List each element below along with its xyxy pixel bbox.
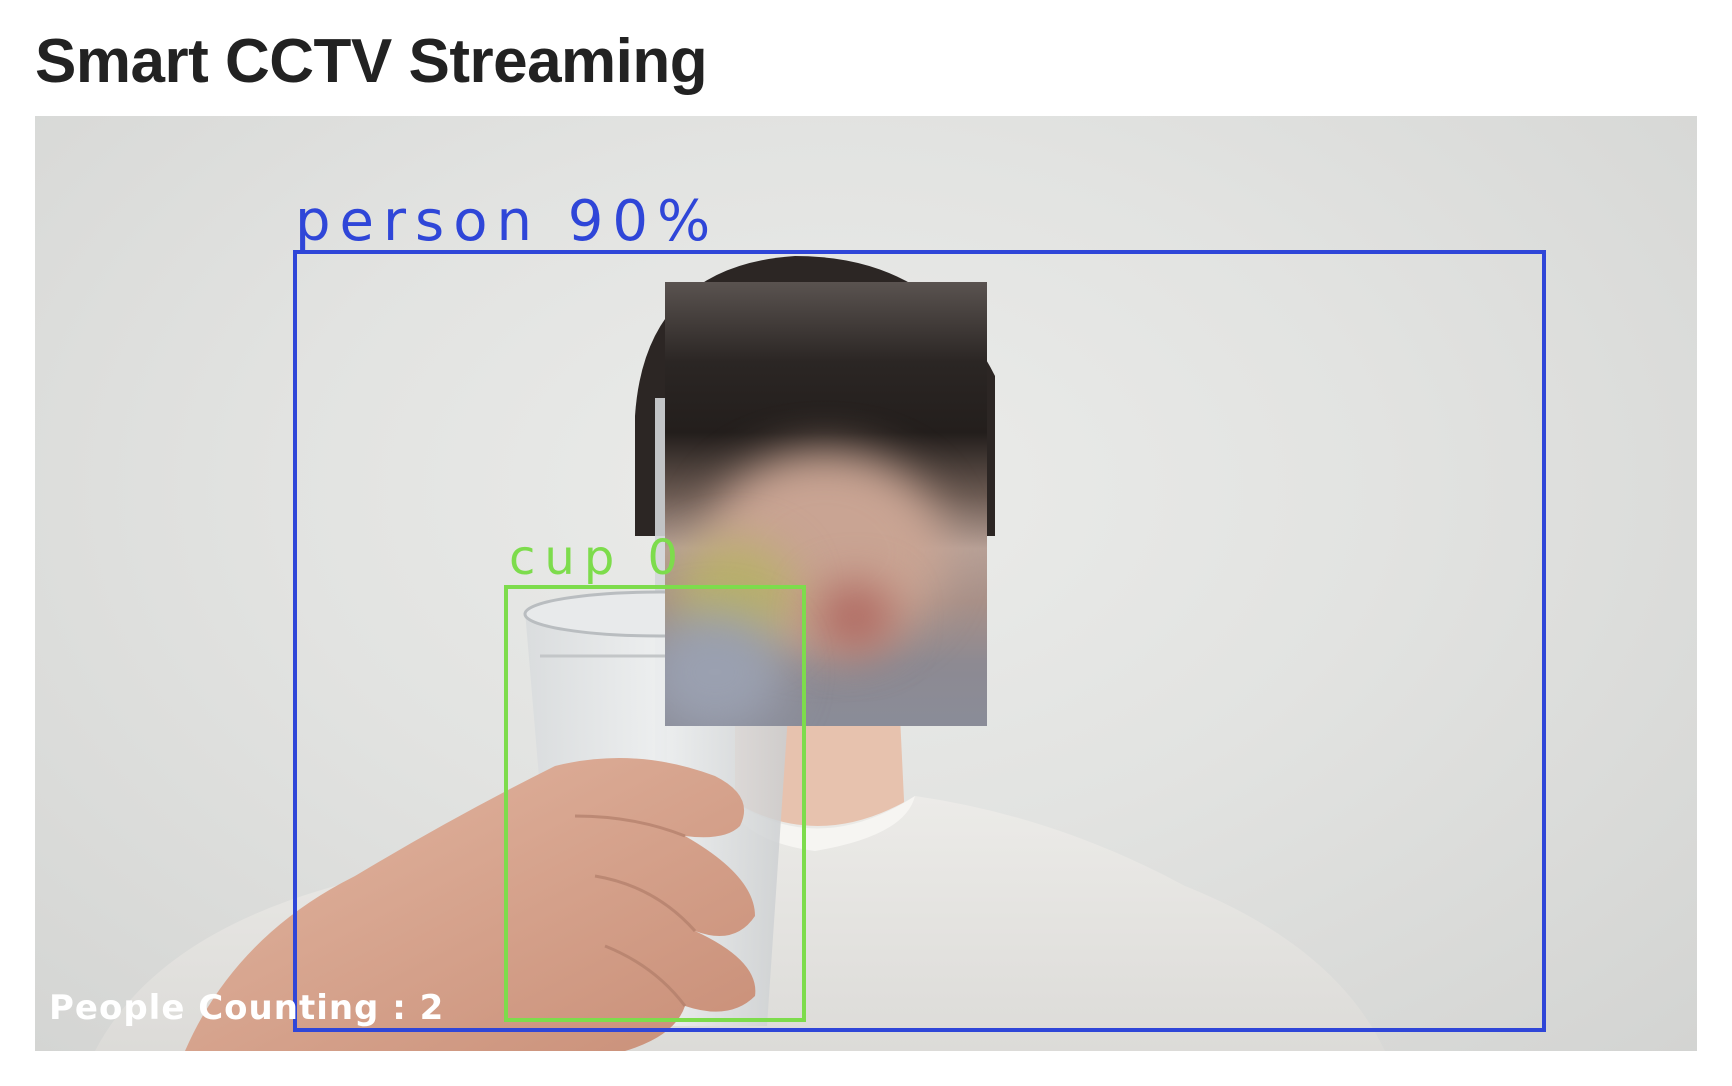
page-title: Smart CCTV Streaming xyxy=(35,27,708,96)
people-counting-overlay: People Counting : 2 xyxy=(49,988,445,1028)
cup-detection-box xyxy=(504,585,806,1022)
cctv-video-stream: person 90% cup 0 People Counting : 2 xyxy=(35,116,1697,1051)
person-detection-label: person 90% xyxy=(295,189,720,254)
person-detection-box xyxy=(293,250,1546,1032)
cup-detection-label: cup 0 xyxy=(509,530,688,586)
